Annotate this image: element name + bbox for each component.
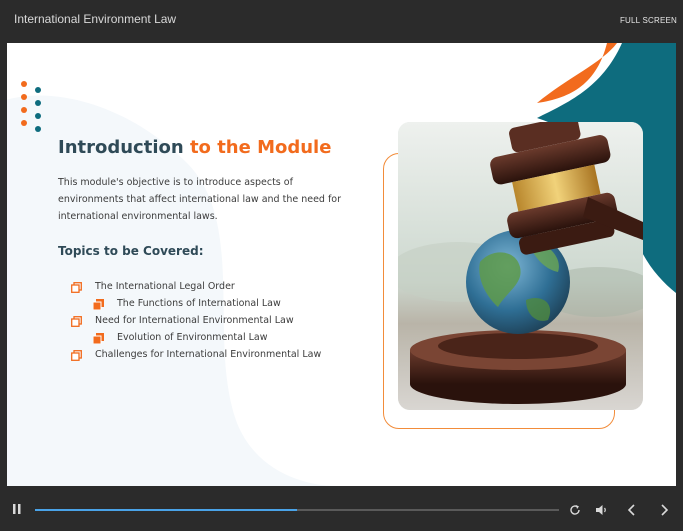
slide-heading: Introduction to the Module (58, 137, 331, 158)
topic-label: The Functions of International Law (117, 298, 281, 309)
progress-bar[interactable] (35, 509, 559, 511)
filled-squares-icon (93, 299, 104, 310)
player-controls (0, 486, 683, 531)
previous-icon[interactable] (627, 503, 637, 517)
module-description: This module's objective is to introduce … (58, 177, 342, 222)
heading-text: Introduction (58, 137, 190, 158)
fullscreen-button[interactable]: FULL SCREEN (620, 16, 677, 25)
topic-label: Evolution of Environmental Law (117, 332, 268, 343)
outline-squares-icon (71, 282, 82, 293)
progress-fill (35, 509, 297, 511)
top-bar: International Environment Law FULL SCREE… (0, 0, 683, 43)
topics-title: Topics to be Covered: (58, 244, 204, 258)
topic-label: The International Legal Order (95, 281, 235, 292)
pause-icon[interactable] (12, 503, 22, 515)
next-icon[interactable] (659, 503, 669, 517)
slide-canvas: Introduction to the Module This module's… (7, 43, 676, 486)
topic-label: Challenges for International Environment… (95, 349, 322, 360)
outline-squares-icon (71, 316, 82, 327)
volume-icon[interactable] (595, 504, 609, 516)
heading-highlight: to the Module (189, 137, 332, 158)
filled-squares-icon (93, 333, 104, 344)
gavel-globe-image (398, 122, 643, 410)
outline-squares-icon (71, 350, 82, 361)
replay-icon[interactable] (569, 504, 581, 516)
topic-label: Need for International Environmental Law (95, 315, 294, 326)
course-title: International Environment Law (14, 12, 177, 26)
